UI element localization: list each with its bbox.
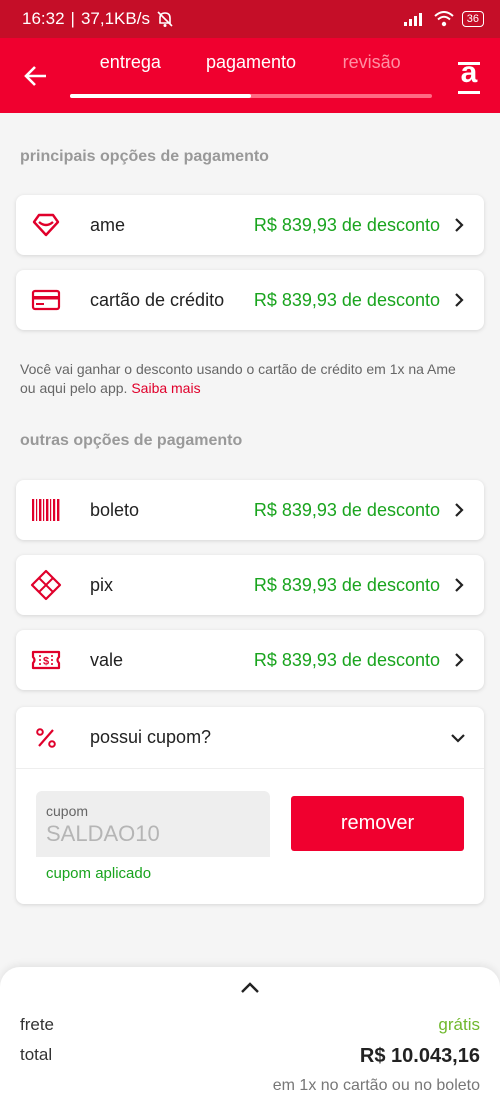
clock: 16:32 (22, 9, 65, 28)
step-payment[interactable]: pagamento (191, 52, 312, 73)
status-bar: 16:32 | 37,1KB/s 36 (0, 0, 500, 38)
coupon-toggle[interactable]: possui cupom? (16, 707, 484, 769)
coupon-field-label: cupom (46, 803, 89, 819)
network-speed: 37,1KB/s (80, 9, 150, 28)
payment-note: em 1x no cartão ou no boleto (272, 1077, 480, 1094)
chevron-right-icon (455, 218, 464, 232)
learn-more-link[interactable]: Saiba mais (131, 380, 200, 396)
discount-text: R$ 839,93 de desconto (253, 574, 440, 595)
coupon-applied-status: cupom aplicado (46, 865, 152, 882)
payment-option-ame[interactable]: ame R$ 839,93 de desconto (16, 195, 484, 255)
coupon-question: possui cupom? (90, 727, 212, 747)
back-arrow-icon[interactable] (22, 62, 50, 90)
voucher-icon: $ (30, 644, 62, 676)
payment-option-label: ame (90, 214, 126, 235)
credit-card-icon (30, 284, 62, 316)
chevron-right-icon (455, 653, 464, 667)
battery-icon: 36 (461, 11, 484, 27)
chevron-right-icon (455, 293, 464, 307)
coupon-input[interactable] (46, 821, 260, 847)
discount-text: R$ 839,93 de desconto (253, 649, 440, 670)
chevron-up-icon[interactable] (239, 979, 261, 995)
shipping-label: frete (20, 1015, 55, 1034)
payment-option-vale[interactable]: $ vale R$ 839,93 de desconto (16, 630, 484, 690)
order-summary: frete grátis total R$ 10.043,16 em 1x no… (0, 967, 500, 1111)
payment-option-label: pix (90, 574, 114, 595)
notifications-muted-icon (157, 11, 173, 27)
coupon-panel: possui cupom? cupom cupom aplicado remov… (16, 707, 484, 904)
total-label: total (20, 1045, 53, 1064)
payment-option-pix[interactable]: pix R$ 839,93 de desconto (16, 555, 484, 615)
payment-option-label: boleto (90, 499, 140, 520)
discount-info: Você vai ganhar o desconto usando o cart… (20, 360, 460, 398)
main-options-title: principais opções de pagamento (20, 148, 269, 165)
pix-icon (30, 569, 62, 601)
payment-option-credit-card[interactable]: cartão de crédito R$ 839,93 de desconto (16, 270, 484, 330)
payment-option-label: cartão de crédito (90, 289, 225, 310)
svg-text:$: $ (43, 656, 49, 668)
chevron-right-icon (455, 578, 464, 592)
checkout-progress-fill (70, 94, 251, 98)
discount-info-text: Você vai ganhar o desconto usando o cart… (20, 361, 456, 396)
checkout-header: entrega pagamento revisão a (0, 38, 500, 113)
chevron-down-icon (451, 733, 465, 743)
payment-option-boleto[interactable]: boleto R$ 839,93 de desconto (16, 480, 484, 540)
wifi-icon (434, 11, 454, 27)
chevron-right-icon (455, 503, 464, 517)
percent-icon (30, 722, 62, 754)
discount-text: R$ 839,93 de desconto (253, 214, 440, 235)
shipping-row: frete grátis (20, 1015, 480, 1035)
payment-option-label: vale (90, 649, 124, 670)
brand-logo: a (458, 56, 480, 94)
step-review: revisão (342, 52, 401, 72)
total-row: total R$ 10.043,16 (20, 1045, 480, 1068)
signal-icon (403, 13, 422, 26)
other-options-title: outras opções de pagamento (20, 432, 243, 449)
checkout-progress-bar (70, 94, 432, 98)
shipping-value: grátis (438, 1015, 480, 1034)
checkout-steps: entrega pagamento revisão (70, 52, 432, 73)
discount-text: R$ 839,93 de desconto (253, 499, 440, 520)
coupon-field[interactable]: cupom (36, 791, 270, 857)
discount-text: R$ 839,93 de desconto (253, 289, 440, 310)
remove-coupon-button[interactable]: remover (291, 796, 464, 851)
step-delivery[interactable]: entrega (70, 52, 191, 73)
barcode-icon (30, 494, 62, 526)
total-value: R$ 10.043,16 (359, 1045, 480, 1067)
ame-heart-icon (30, 209, 62, 241)
